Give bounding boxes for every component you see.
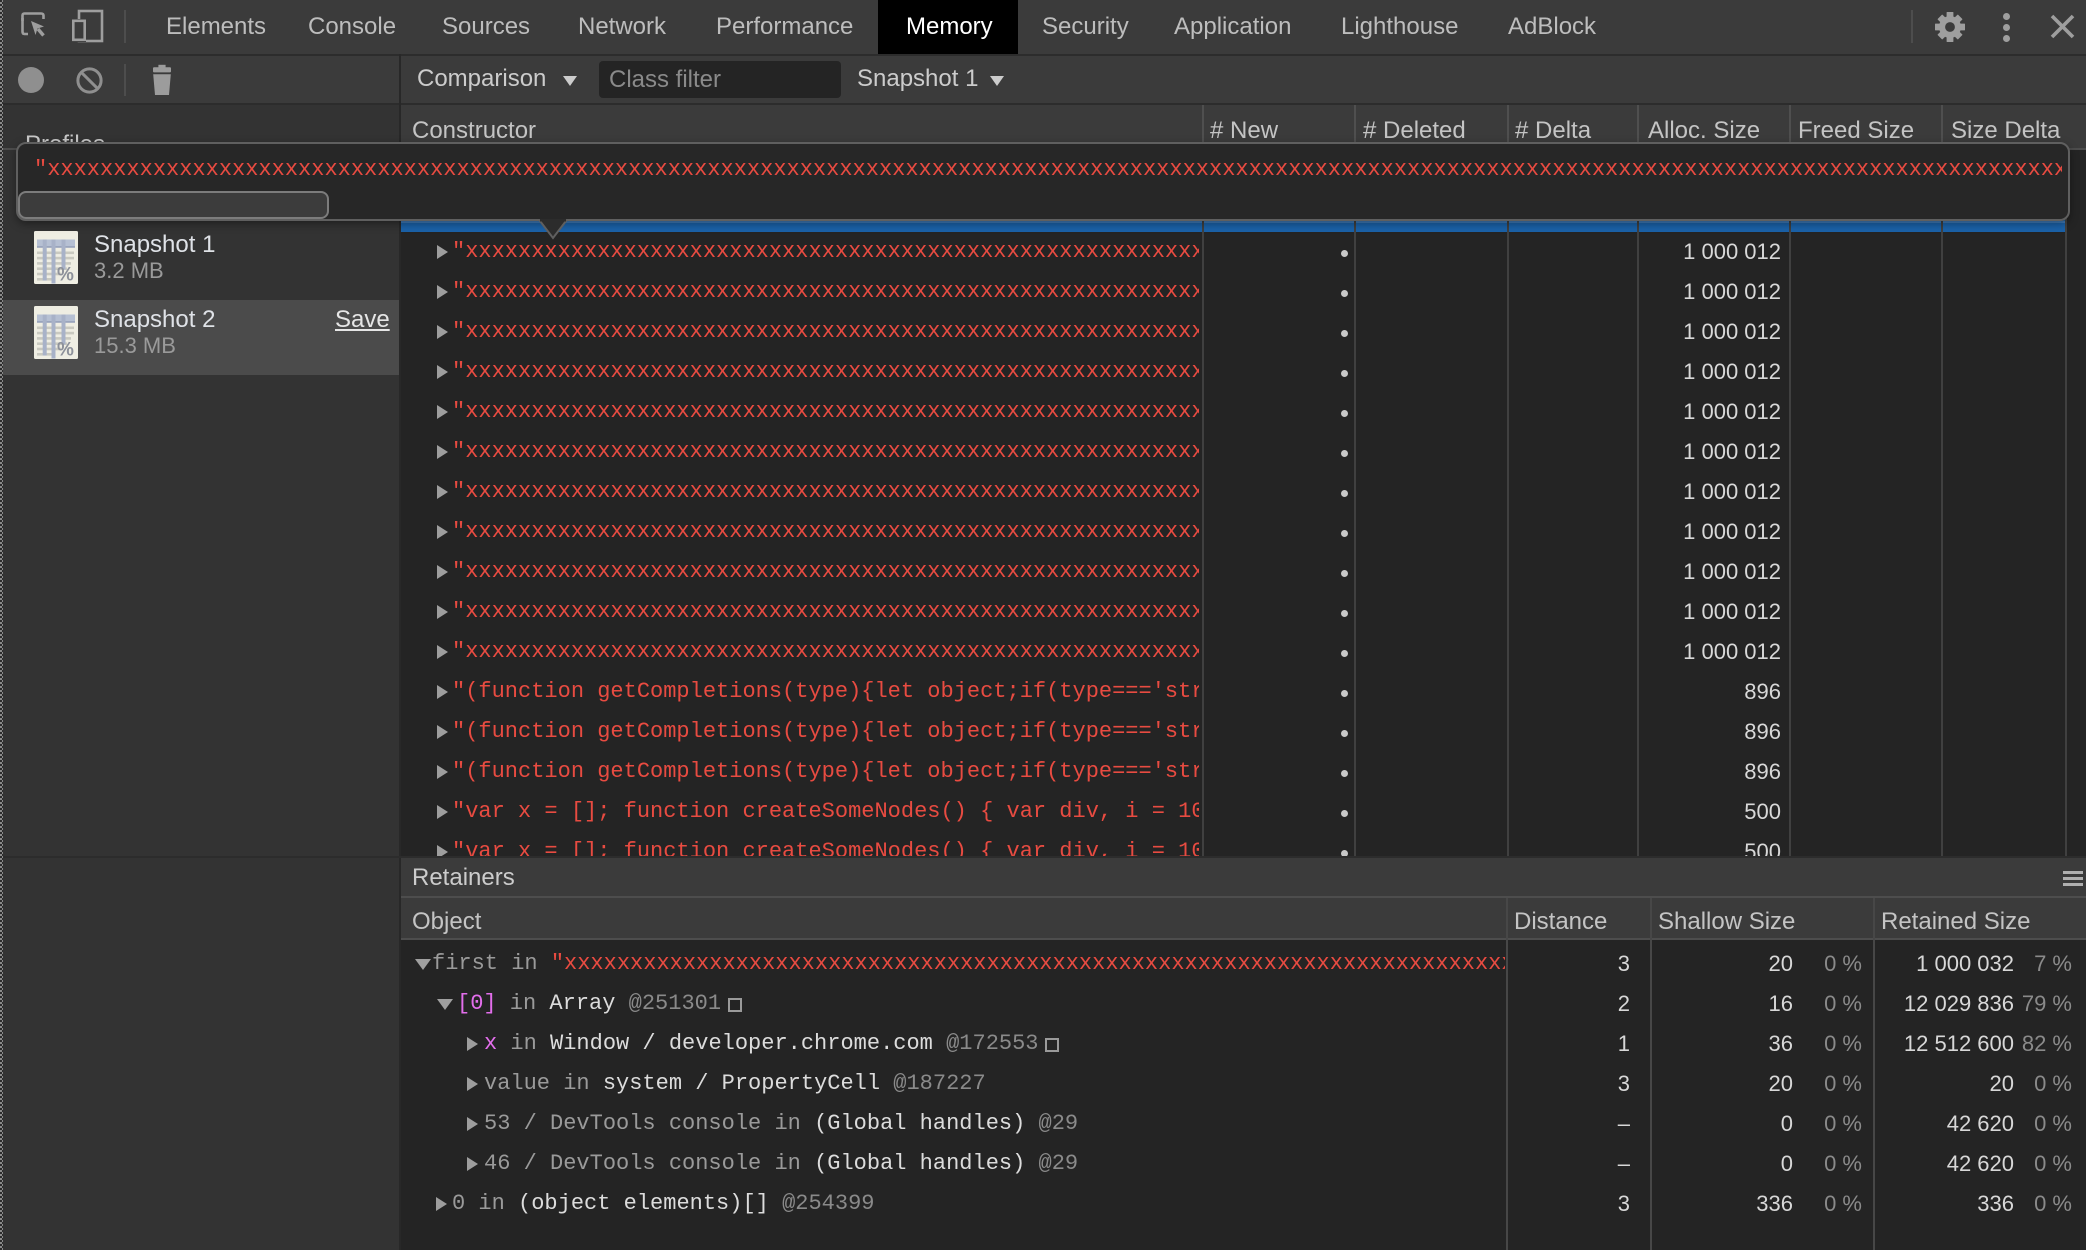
svg-text:%: % [57, 340, 74, 360]
svg-text:%: % [57, 265, 74, 285]
